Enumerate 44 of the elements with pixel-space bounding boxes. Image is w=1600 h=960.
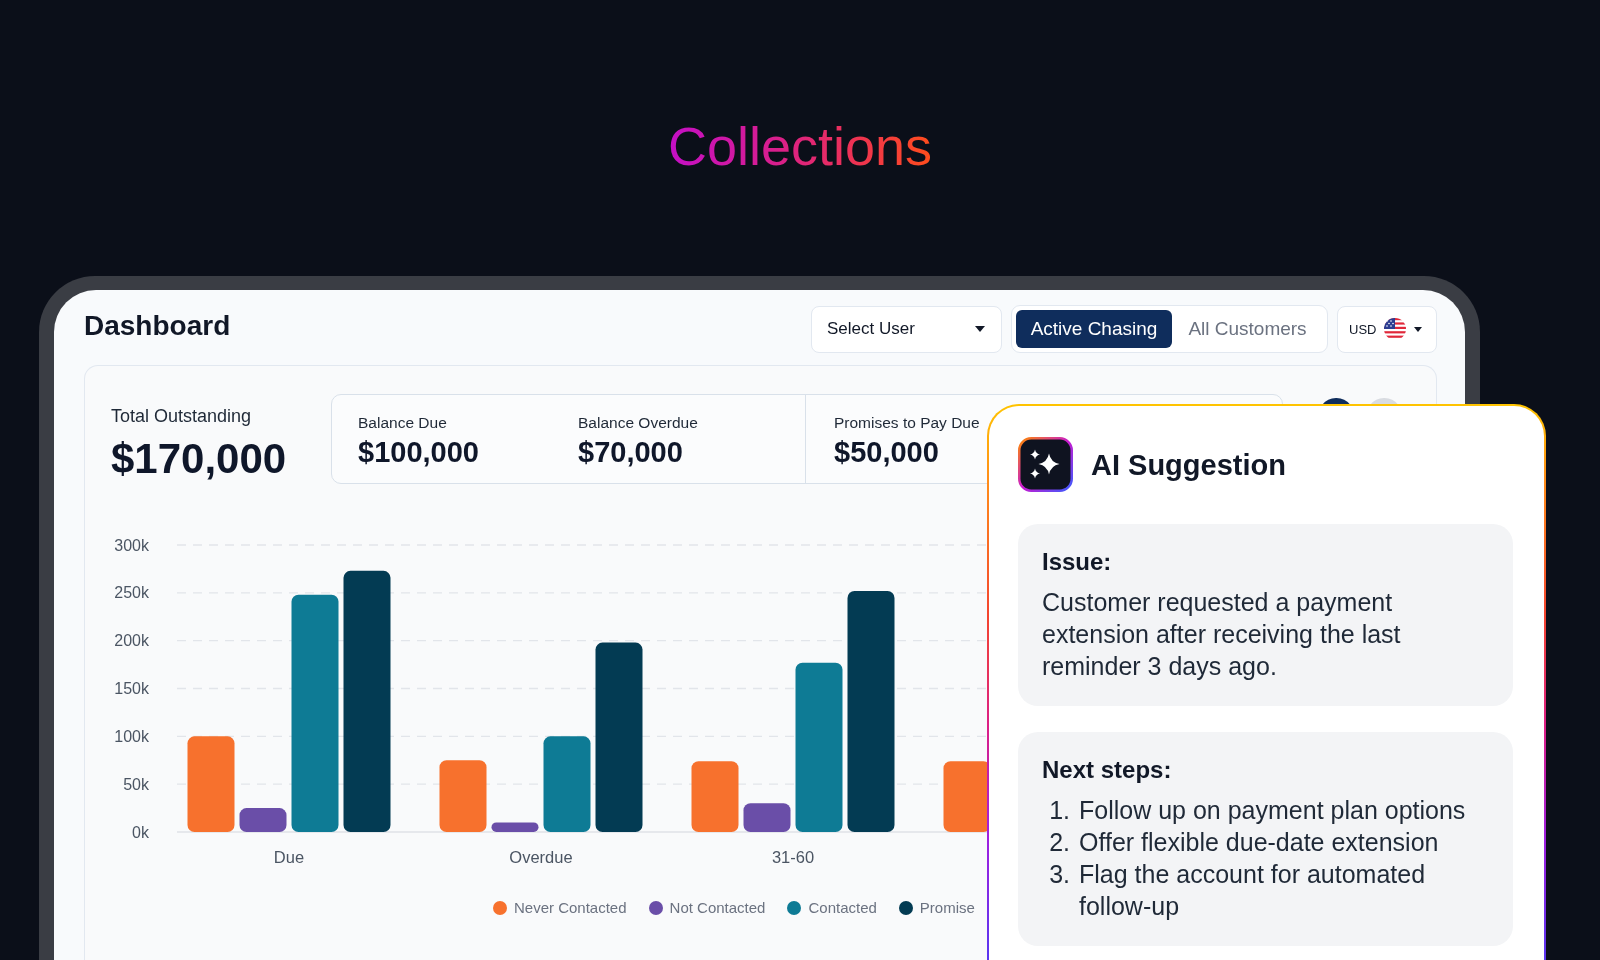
stat-value: $50,000 [834,435,939,469]
view-tab[interactable]: Active Chasing [1016,310,1172,348]
total-label: Total Outstanding [111,405,252,427]
category-label: Overdue [509,848,573,866]
axis-label: 150k [114,680,149,697]
category-label: 31-60 [771,848,815,866]
legend-label: Contacted [808,898,877,918]
panel-title: AI Suggestion [1091,447,1286,483]
chart-bar [239,808,287,832]
list-item: 3. Flag the account for automated follow-up [1048,859,1427,922]
legend-label: Not Contacted [669,898,766,918]
chart-bar [943,761,990,832]
currency-select[interactable]: USD [1337,305,1437,353]
section-heading: Next steps: [1042,755,1173,785]
section-text: Customer requested a payment extension after receiving the last reminder 3 days ago. [1042,587,1402,682]
axis-label: 200k [114,632,149,650]
stat-label: Balance Overdue [578,413,698,433]
axis-label: 0k [132,823,149,841]
chart-bar [439,760,487,832]
legend-label: Never Contacted [514,898,627,918]
stat-value: $70,000 [578,435,683,469]
chart-bar [743,803,791,832]
stat-label: Balance Due [358,413,447,433]
caret-icon [975,326,985,332]
caret-icon [1414,326,1423,332]
list-item: 1. Follow up on payment plan options [1048,795,1467,826]
dashboard-title: Dashboard [84,308,231,343]
axis-label: 50k [123,775,149,793]
legend-label: Promise [919,898,975,918]
total-value: $170,000 [111,435,287,483]
axis-label: 300k [114,536,149,554]
section-heading: Issue: [1042,547,1113,577]
user-select[interactable]: Select User [811,305,1002,353]
list-item: 2. Offer flexible due-date extension [1048,827,1440,858]
chart-bar [691,761,739,832]
axis-label: 250k [114,584,149,602]
stat-label: Promises to Pay Due [834,413,980,433]
chart-bar [491,822,539,832]
axis-label: 100k [114,727,149,745]
stat-value: $100,000 [358,435,479,469]
sparkle-icon [1018,437,1073,492]
flag-icon [1384,318,1407,340]
view-tab[interactable]: All Customers [1172,310,1323,348]
category-label: Due [273,848,305,866]
